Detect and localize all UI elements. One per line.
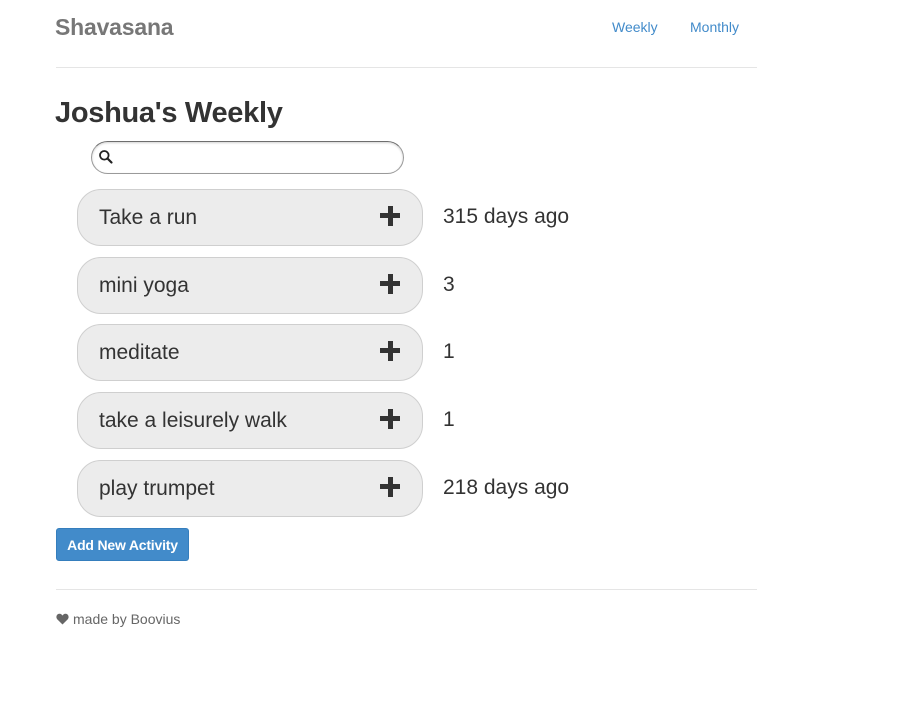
activity-row: play trumpet 218 days ago <box>77 460 677 517</box>
footer-credit: made by Boovius <box>73 611 181 627</box>
footer: made by Boovius <box>56 611 180 627</box>
search-input[interactable] <box>118 146 388 169</box>
activity-button[interactable]: meditate <box>77 324 423 381</box>
activity-row: mini yoga 3 <box>77 257 677 314</box>
activity-button[interactable]: Take a run <box>77 189 423 246</box>
activity-button[interactable]: mini yoga <box>77 257 423 314</box>
activity-row: take a leisurely walk 1 <box>77 392 677 449</box>
activity-name: play trumpet <box>99 477 215 500</box>
nav-monthly-link[interactable]: Monthly <box>690 19 739 35</box>
add-new-activity-button[interactable]: Add New Activity <box>56 528 189 561</box>
activity-status: 3 <box>443 273 455 296</box>
heart-icon <box>56 613 69 625</box>
search-box[interactable] <box>91 141 404 174</box>
activity-button[interactable]: take a leisurely walk <box>77 392 423 449</box>
activity-row: meditate 1 <box>77 324 677 381</box>
activity-status: 218 days ago <box>443 476 570 499</box>
footer-divider <box>56 589 757 590</box>
activity-name: meditate <box>99 341 180 364</box>
plus-icon[interactable] <box>380 341 400 361</box>
page: Shavasana Weekly Monthly Joshua's Weekly… <box>0 0 901 702</box>
activity-name: take a leisurely walk <box>99 409 287 432</box>
top-nav: Weekly Monthly <box>0 19 901 39</box>
activity-status: 1 <box>443 340 455 363</box>
activity-status: 1 <box>443 408 455 431</box>
plus-icon[interactable] <box>380 409 400 429</box>
activity-status: 315 days ago <box>443 205 570 228</box>
activity-button[interactable]: play trumpet <box>77 460 423 517</box>
activity-name: mini yoga <box>99 274 189 297</box>
plus-icon[interactable] <box>380 477 400 497</box>
header-divider <box>56 67 757 68</box>
activity-name: Take a run <box>99 206 198 229</box>
activity-row: Take a run 315 days ago <box>77 189 677 246</box>
search-icon <box>99 150 113 164</box>
plus-icon[interactable] <box>380 274 400 294</box>
page-title: Joshua's Weekly <box>55 97 283 129</box>
nav-weekly-link[interactable]: Weekly <box>612 19 658 35</box>
plus-icon[interactable] <box>380 206 400 226</box>
